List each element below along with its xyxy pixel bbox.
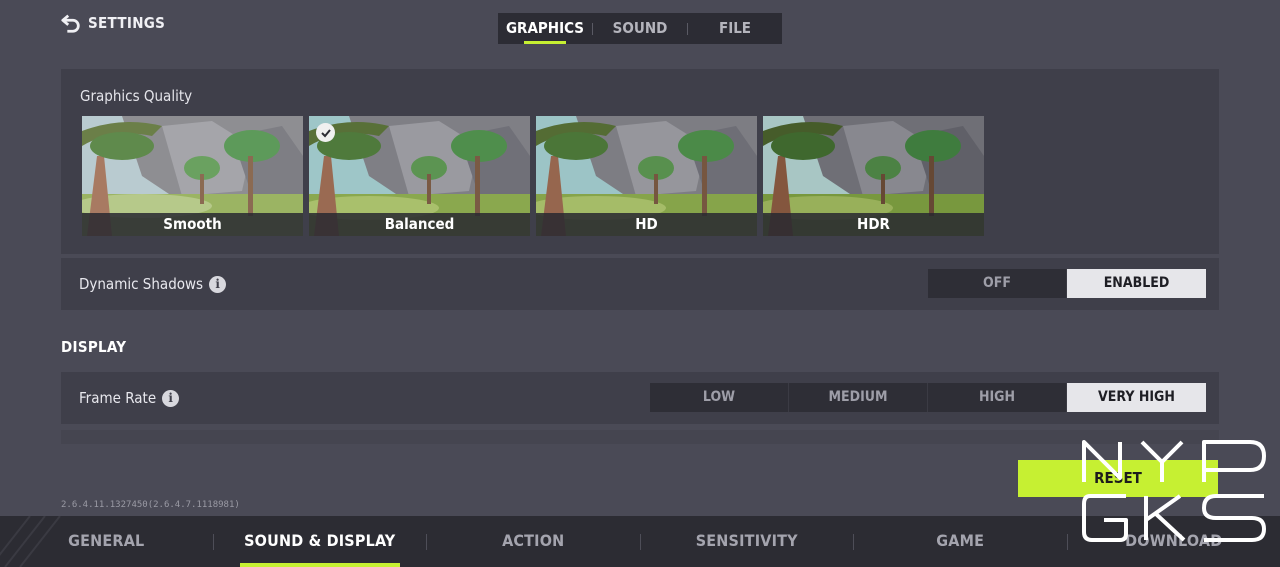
nav-sound-display[interactable]: SOUND & DISPLAY <box>214 516 427 567</box>
graphics-quality-title: Graphics Quality <box>80 87 193 105</box>
reset-button[interactable]: RESET <box>1018 460 1218 497</box>
tab-file[interactable]: FILE <box>688 13 782 44</box>
next-setting-row <box>61 430 1219 444</box>
quality-label: HD <box>536 213 757 236</box>
nav-action[interactable]: ACTION <box>427 516 640 567</box>
dynamic-shadows-label: Dynamic Shadows <box>79 275 204 293</box>
quality-option-balanced[interactable]: Balanced <box>309 116 530 236</box>
frame-rate-very-high-option[interactable]: VERY HIGH <box>1067 383 1206 412</box>
frame-rate-label: Frame Rate <box>79 389 157 407</box>
frame-rate-row: Frame Rate i LOW MEDIUM HIGH VERY HIGH <box>61 372 1219 424</box>
quality-options: Smooth Balanced HD HDR <box>82 116 984 236</box>
dynamic-shadows-toggle: OFF ENABLED <box>928 269 1206 298</box>
check-icon <box>316 123 335 142</box>
frame-rate-selector: LOW MEDIUM HIGH VERY HIGH <box>650 383 1206 412</box>
nav-download[interactable]: DOWNLOAD <box>1068 516 1280 567</box>
quality-label: Smooth <box>82 213 303 236</box>
shadows-enabled-option[interactable]: ENABLED <box>1067 269 1206 298</box>
tab-sound[interactable]: SOUND <box>593 13 687 44</box>
nav-sensitivity[interactable]: SENSITIVITY <box>641 516 854 567</box>
nav-general[interactable]: GENERAL <box>0 516 213 567</box>
display-section-title: DISPLAY <box>61 338 127 356</box>
quality-label: HDR <box>763 213 984 236</box>
version-text: 2.6.4.11.1327450(2.6.4.7.1118981) <box>61 500 240 510</box>
back-label: SETTINGS <box>88 14 166 32</box>
quality-label: Balanced <box>309 213 530 236</box>
shadows-off-option[interactable]: OFF <box>928 269 1067 298</box>
back-arrow-icon <box>61 14 80 33</box>
back-button[interactable]: SETTINGS <box>60 12 165 34</box>
quality-option-hd[interactable]: HD <box>536 116 757 236</box>
frame-rate-low-option[interactable]: LOW <box>650 383 789 412</box>
dynamic-shadows-row: Dynamic Shadows i OFF ENABLED <box>61 258 1219 310</box>
frame-rate-medium-option[interactable]: MEDIUM <box>789 383 928 412</box>
top-tabs: GRAPHICS SOUND FILE <box>498 13 782 44</box>
tab-graphics[interactable]: GRAPHICS <box>498 13 592 44</box>
nav-game[interactable]: GAME <box>854 516 1067 567</box>
quality-option-hdr[interactable]: HDR <box>763 116 984 236</box>
graphics-quality-panel: Graphics Quality Smooth Balanced HD HDR <box>61 69 1219 254</box>
frame-rate-high-option[interactable]: HIGH <box>928 383 1067 412</box>
bottom-nav: GENERAL SOUND & DISPLAY ACTION SENSITIVI… <box>0 516 1280 567</box>
info-icon[interactable]: i <box>209 275 227 293</box>
quality-option-smooth[interactable]: Smooth <box>82 116 303 236</box>
info-icon[interactable]: i <box>162 389 180 407</box>
